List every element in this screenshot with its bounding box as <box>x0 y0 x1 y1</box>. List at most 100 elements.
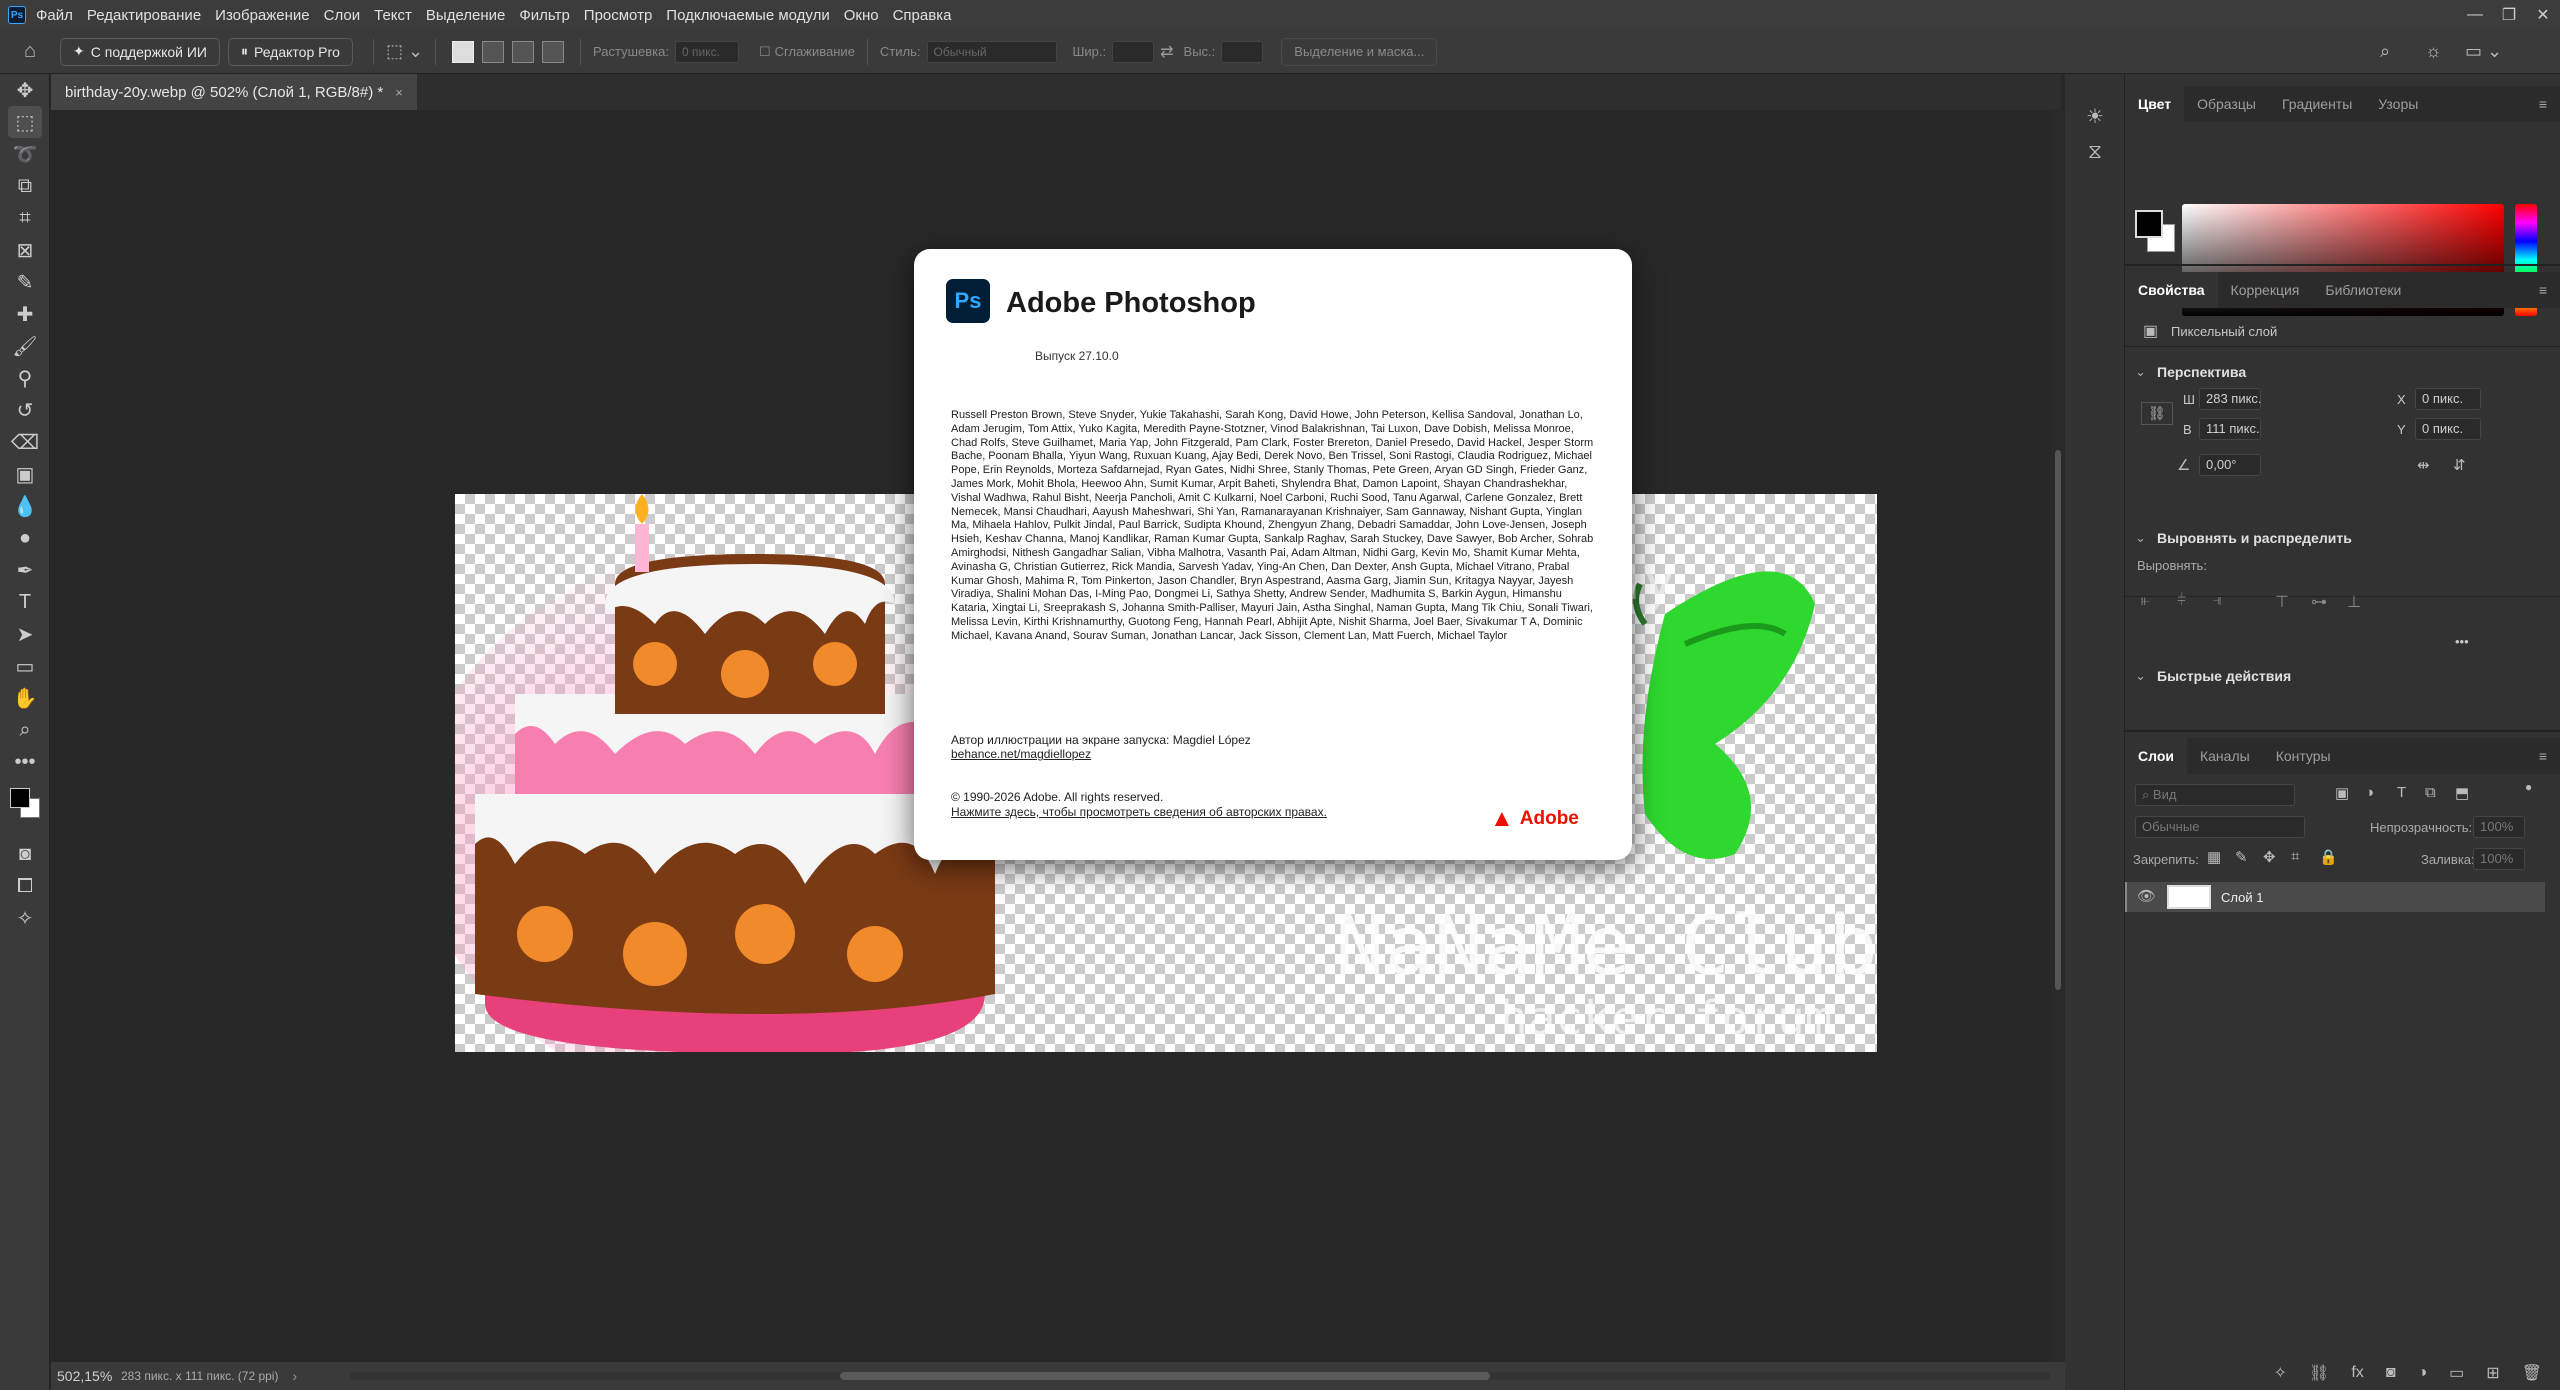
swap-icon[interactable]: ⇄ <box>1160 42 1173 62</box>
align-middle-icon[interactable]: ⊶ <box>2311 592 2327 612</box>
tab-adjustments[interactable]: Коррекция <box>2218 272 2313 308</box>
menu-window[interactable]: Окно <box>844 7 879 24</box>
pro-editor-button[interactable]: ⏸ Редактор Pro <box>227 37 353 66</box>
ai-assist-button[interactable]: ✦ С поддержкой ИИ <box>60 37 220 66</box>
photoshop-app-icon[interactable]: Ps <box>8 6 26 24</box>
rectangle-tool-icon[interactable]: ▭ <box>0 650 50 682</box>
section-perspective[interactable]: Перспектива <box>2157 364 2246 380</box>
filter-type-icon[interactable]: T <box>2397 784 2406 801</box>
pen-tool-icon[interactable]: ✒ <box>0 554 50 586</box>
align-top-icon[interactable]: ⊤ <box>2275 592 2289 612</box>
menu-view[interactable]: Просмотр <box>584 7 653 24</box>
new-group-icon[interactable]: ▭ <box>2449 1363 2464 1383</box>
layer-mask-icon[interactable]: ◙ <box>2386 1364 2396 1382</box>
lock-all-icon[interactable]: 🔒 <box>2319 848 2338 866</box>
tab-properties[interactable]: Свойства <box>2125 272 2218 308</box>
menu-edit[interactable]: Редактирование <box>87 7 201 24</box>
antialias-checkbox[interactable]: ☐ <box>759 44 771 60</box>
menu-help[interactable]: Справка <box>893 7 952 24</box>
layer-row[interactable]: 👁 Слой 1 <box>2125 882 2545 912</box>
quick-mask-icon[interactable]: ◙ <box>0 838 50 870</box>
link-layers-icon[interactable]: ⛓ <box>2309 1363 2329 1383</box>
angle-field[interactable]: 0,00° <box>2199 454 2261 476</box>
height-input[interactable] <box>1221 40 1264 63</box>
gradient-tool-icon[interactable]: ▣ <box>0 458 50 490</box>
close-window-button[interactable]: ✕ <box>2526 5 2560 25</box>
link-icon[interactable]: ⛓ <box>2141 402 2173 425</box>
panel-menu-icon[interactable]: ≡ <box>2526 272 2560 308</box>
history-brush-icon[interactable]: ↺ <box>0 394 50 426</box>
workspace-icon[interactable]: ▭ ⌄ <box>2465 41 2502 62</box>
status-menu-arrow-icon[interactable]: › <box>292 1368 297 1384</box>
healing-tool-icon[interactable]: ✚ <box>0 298 50 330</box>
zoom-tool-icon[interactable]: ⌕ <box>0 714 50 746</box>
filter-smart-icon[interactable]: ⬒ <box>2455 784 2469 802</box>
color-swatches[interactable] <box>0 778 49 838</box>
hand-tool-icon[interactable]: ✋ <box>0 682 50 714</box>
align-left-icon[interactable]: ⫦ <box>2141 592 2150 610</box>
opacity-field[interactable]: 100% <box>2473 816 2525 838</box>
crop-tool-icon[interactable]: ⌗ <box>0 202 50 234</box>
style-select[interactable]: Обычный <box>926 40 1057 63</box>
new-layer-icon[interactable]: ⊞ <box>2486 1363 2499 1383</box>
generative-layer-icon[interactable]: ✧ <box>2274 1363 2287 1383</box>
filter-adjustment-icon[interactable]: ◑ <box>2365 784 2374 801</box>
foreground-color-swatch[interactable] <box>10 788 30 808</box>
y-field[interactable]: 0 пикс. <box>2415 418 2481 440</box>
tab-libraries[interactable]: Библиотеки <box>2312 272 2414 308</box>
eraser-tool-icon[interactable]: ⌫ <box>0 426 50 458</box>
history-panel-icon[interactable]: ⧖ <box>2065 134 2125 170</box>
align-right-icon[interactable]: ⫣ <box>2213 592 2223 610</box>
lasso-tool-icon[interactable]: ➰ <box>0 138 50 170</box>
align-center-h-icon[interactable]: ⫩ <box>2177 592 2186 610</box>
subtract-selection-icon[interactable] <box>512 40 535 63</box>
vertical-scrollbar[interactable] <box>2051 110 2065 1362</box>
horizontal-scrollbar[interactable] <box>350 1372 2050 1380</box>
more-tools-icon[interactable]: ••• <box>0 746 50 778</box>
restore-button[interactable]: ❐ <box>2492 5 2526 25</box>
adjustment-layer-icon[interactable]: ◑ <box>2417 1364 2427 1382</box>
frame-tool-icon[interactable]: ⊠ <box>0 234 50 266</box>
flip-vertical-icon[interactable]: ⇵ <box>2453 456 2466 474</box>
chevron-down-icon[interactable]: ⌄ <box>2135 364 2146 380</box>
lock-pixels-icon[interactable]: ✎ <box>2235 848 2248 866</box>
height-field[interactable]: 111 пикс. <box>2199 418 2261 440</box>
width-input[interactable] <box>1112 40 1155 63</box>
feather-input[interactable]: 0 пикс. <box>674 40 739 63</box>
tab-layers[interactable]: Слои <box>2125 738 2187 774</box>
search-icon[interactable]: ⌕ <box>2380 41 2390 62</box>
width-field[interactable]: 283 пикс. <box>2199 388 2262 410</box>
tab-channels[interactable]: Каналы <box>2187 738 2263 774</box>
align-bottom-icon[interactable]: ⊥ <box>2347 592 2361 612</box>
zoom-level[interactable]: 502,15% <box>51 1368 121 1384</box>
marquee-preset-icon[interactable]: ⬚ ⌄ <box>386 41 423 62</box>
move-tool-icon[interactable]: ✥ <box>0 74 50 106</box>
about-legal-link[interactable]: Нажмите здесь, чтобы просмотреть сведени… <box>951 805 1327 819</box>
menu-filter[interactable]: Фильтр <box>519 7 569 24</box>
about-behance-link[interactable]: behance.net/magdiellopez <box>951 747 1091 761</box>
delete-layer-icon[interactable]: 🗑 <box>2522 1363 2542 1383</box>
lock-transparency-icon[interactable]: ▦ <box>2207 848 2221 866</box>
layer-name[interactable]: Слой 1 <box>2221 890 2263 905</box>
document-tab[interactable]: birthday-20y.webp @ 502% (Слой 1, RGB/8#… <box>51 74 417 110</box>
panel-menu-icon[interactable]: ≡ <box>2526 738 2560 774</box>
menu-file[interactable]: Файл <box>36 7 73 24</box>
filter-shape-icon[interactable]: ⧉ <box>2425 784 2436 801</box>
menu-image[interactable]: Изображение <box>215 7 310 24</box>
tab-paths[interactable]: Контуры <box>2263 738 2344 774</box>
x-field[interactable]: 0 пикс. <box>2415 388 2481 410</box>
layer-style-icon[interactable]: fx <box>2351 1364 2363 1382</box>
menu-layers[interactable]: Слои <box>324 7 360 24</box>
chevron-down-icon[interactable]: ⌄ <box>2135 668 2146 684</box>
select-and-mask-button[interactable]: Выделение и маска... <box>1281 37 1438 66</box>
lightbulb-icon[interactable]: ☼ <box>2425 41 2442 62</box>
filter-pixel-icon[interactable]: ▣ <box>2335 784 2349 802</box>
minimize-button[interactable]: — <box>2458 6 2492 24</box>
eye-visibility-icon[interactable]: 👁 <box>2137 887 2156 905</box>
vertical-scroll-thumb[interactable] <box>2055 450 2061 990</box>
intersect-selection-icon[interactable] <box>542 40 565 63</box>
object-select-tool-icon[interactable]: ⧉ <box>0 170 50 202</box>
foreground-swatch[interactable] <box>2135 210 2163 238</box>
brush-tool-icon[interactable]: 🖌 <box>0 330 50 362</box>
more-options-icon[interactable]: ••• <box>2455 634 2469 649</box>
